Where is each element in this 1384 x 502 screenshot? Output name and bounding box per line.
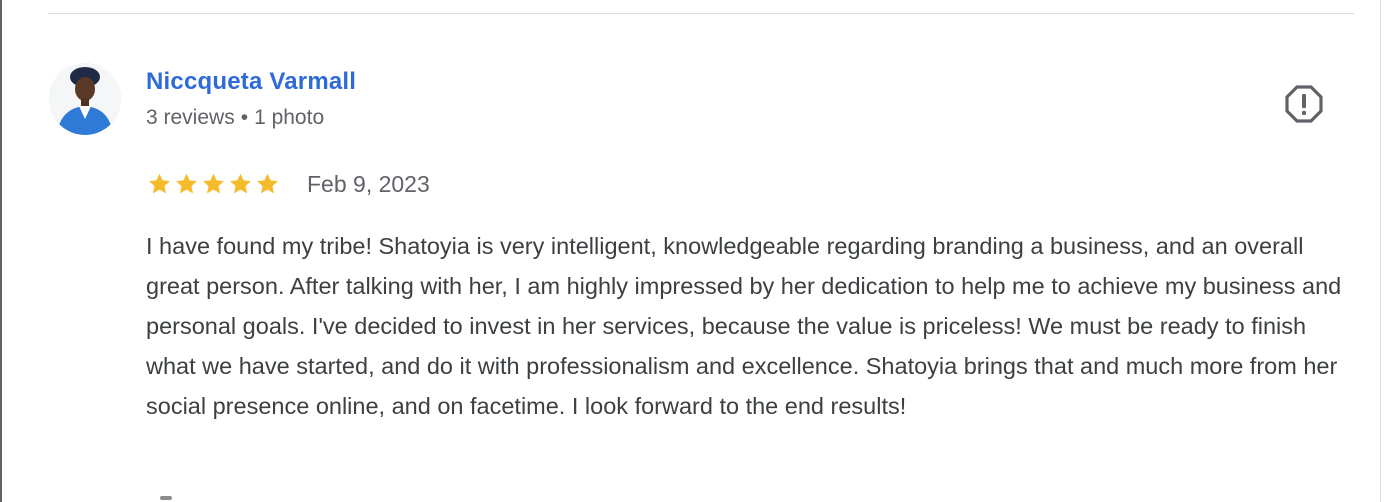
avatar-image [49,63,121,135]
meta-separator: • [240,106,249,129]
rating-row: Feb 9, 2023 [146,168,430,200]
review-card: Niccqueta Varmall 3 reviews • 1 photo Feb … [0,0,1384,502]
author-avatar[interactable] [49,63,121,135]
star-icon [203,173,224,194]
review-date: Feb 9, 2023 [307,170,430,197]
photos-count[interactable]: 1 photo [254,106,324,129]
star-rating [146,171,281,197]
next-review-hint [160,496,172,500]
author-meta: 3 reviews • 1 photo [146,106,324,130]
star-icon [176,173,197,194]
report-review-button[interactable] [1284,84,1324,124]
star-icon [149,173,170,194]
report-flag-icon [1285,85,1323,123]
reviews-count[interactable]: 3 reviews [146,106,235,129]
star-icon [257,173,278,194]
author-name-link[interactable]: Niccqueta Varmall [146,68,356,96]
review-text: I have found my tribe! Shatoyia is very … [146,233,1342,419]
star-icon [230,173,251,194]
